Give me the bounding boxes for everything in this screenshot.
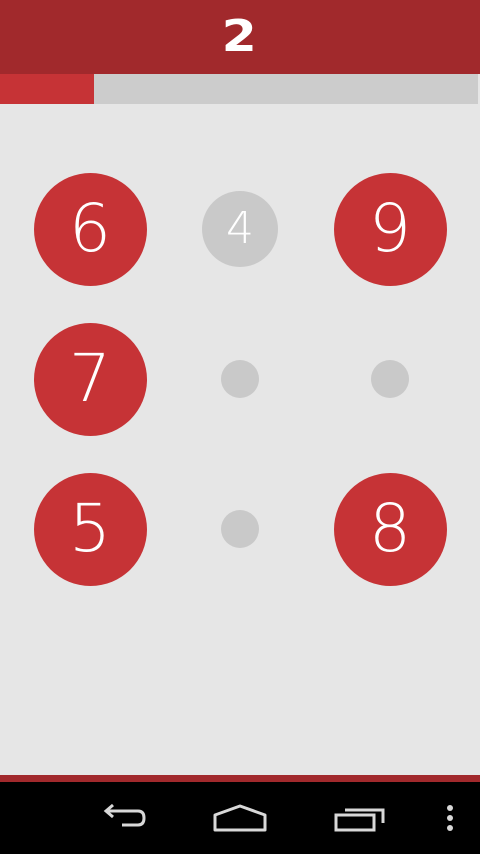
recent-apps-icon: [334, 808, 385, 832]
overflow-menu-button[interactable]: [430, 782, 470, 854]
empty-slot[interactable]: [371, 360, 409, 398]
number-tile[interactable]: 6: [33, 172, 147, 286]
grid-cell: [165, 454, 315, 604]
system-navigation-bar: [0, 782, 480, 854]
number-grid: 6 4 9 7 5 8: [0, 0, 480, 854]
bottom-accent-strip: [0, 775, 480, 782]
grid-cell: 5: [15, 454, 165, 604]
empty-slot[interactable]: [221, 510, 259, 548]
grid-cell: [165, 304, 315, 454]
home-button[interactable]: [200, 782, 280, 854]
grid-cell: [315, 304, 465, 454]
recent-apps-button[interactable]: [320, 782, 400, 854]
grid-cell: 4: [165, 154, 315, 304]
number-tile[interactable]: 9: [333, 172, 447, 286]
back-icon: [103, 803, 146, 827]
used-number-tile[interactable]: 4: [202, 191, 278, 267]
overflow-menu-icon: [447, 805, 453, 831]
number-tile[interactable]: 5: [33, 472, 147, 586]
number-tile[interactable]: 7: [33, 322, 147, 436]
grid-cell: 6: [15, 154, 165, 304]
number-tile[interactable]: 8: [333, 472, 447, 586]
grid-cell: 7: [15, 304, 165, 454]
back-button[interactable]: [80, 782, 160, 854]
grid-cell: 9: [315, 154, 465, 304]
grid-cell: 8: [315, 454, 465, 604]
home-icon: [213, 804, 267, 832]
empty-slot[interactable]: [221, 360, 259, 398]
